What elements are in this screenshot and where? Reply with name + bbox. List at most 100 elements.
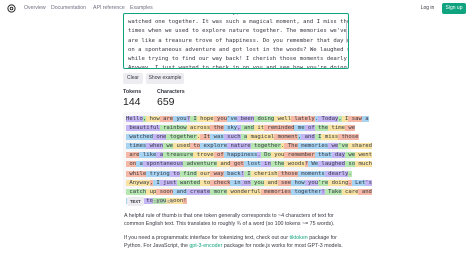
text-input-content: beautiful rainbow across the sky, and it… xyxy=(128,14,349,68)
token-chip: create xyxy=(186,188,211,195)
textarea-line: while trying to find our way back! I che… xyxy=(128,56,349,63)
token-chip: saw xyxy=(348,116,362,122)
token-chip: day xyxy=(331,152,346,159)
token-chip: way xyxy=(210,170,224,177)
gpt3-encoder-link[interactable]: gpt-3-encoder xyxy=(189,243,222,249)
token-chip: those xyxy=(338,134,359,141)
token-chip: of xyxy=(304,125,315,132)
token-chip: a xyxy=(136,161,143,168)
token-chip: we xyxy=(345,125,356,132)
token-line: times when we used to explore nature tog… xyxy=(126,142,372,151)
token-chip: shared xyxy=(348,143,372,150)
token-chip: was xyxy=(210,134,224,141)
token-chip: you xyxy=(250,179,265,186)
nav-link-overview[interactable]: Overview xyxy=(24,5,46,11)
token-line: on a spontaneous adventure and got lost … xyxy=(126,160,372,169)
token-chip: wonderful xyxy=(227,188,261,195)
token-chip: times xyxy=(126,143,147,150)
token-chip: lost xyxy=(243,161,261,168)
token-chip: reminded xyxy=(264,125,295,132)
token-chip: me xyxy=(294,125,305,132)
token-chip: Anyway xyxy=(126,179,150,186)
token-line: are like a treasure trove of happiness. … xyxy=(126,151,372,160)
textarea-line: watched one together. It was such a magi… xyxy=(128,19,349,26)
token-ids-view-toggle[interactable]: TOKEN IDS xyxy=(148,197,177,206)
token-chip: watched xyxy=(126,134,153,141)
token-chip: trove xyxy=(193,152,214,159)
token-chip: much xyxy=(355,161,372,168)
characters-label: Characters xyxy=(157,89,185,95)
token-chip: magical xyxy=(247,134,275,141)
token-chip: we xyxy=(345,152,356,159)
token-chip: went xyxy=(355,152,372,159)
token-chip: moment xyxy=(274,134,298,141)
token-chip: 've xyxy=(338,143,349,150)
token-chip: I xyxy=(243,170,251,177)
text-view-toggle[interactable]: TEXT xyxy=(127,197,144,206)
token-chip: on xyxy=(240,179,251,186)
token-chip: in xyxy=(260,161,271,168)
tokens-label: Tokens xyxy=(123,89,142,95)
tiktoken-link[interactable]: tiktoken xyxy=(289,235,307,241)
token-chip: our xyxy=(196,170,211,177)
nav-link-documentation[interactable]: Documentation xyxy=(51,5,86,11)
token-chip: 've xyxy=(227,116,238,122)
token-chip: doing xyxy=(328,179,349,186)
token-chip: and xyxy=(301,134,315,141)
token-chip: together xyxy=(250,143,281,150)
token-chip: beautiful xyxy=(126,125,160,132)
token-chip: miss xyxy=(321,134,339,141)
paragraph-text: package for node.js works for most GPT-3… xyxy=(222,243,343,250)
token-chip: see xyxy=(277,179,292,186)
textarea-scrollbar[interactable] xyxy=(345,21,347,43)
token-line: beautiful rainbow across the sky, and it… xyxy=(126,124,356,133)
token-chip: laughed xyxy=(318,161,346,168)
token-line: Hello, how are you? I hope you've been d… xyxy=(126,115,369,124)
token-line: while trying to find our way back! I che… xyxy=(126,170,352,179)
token-chip: how xyxy=(146,116,160,122)
tokenized-output: Hello, how are you? I hope you've been d… xyxy=(123,112,373,204)
token-chip: been xyxy=(237,116,255,122)
token-chip: and xyxy=(216,161,231,168)
textarea-line: are like a treasure trove of happiness. … xyxy=(128,37,349,44)
login-button[interactable]: Log in xyxy=(416,3,439,14)
token-chip: lately xyxy=(291,116,315,122)
token-line: catch up soon and create more wonderful … xyxy=(126,188,372,197)
token-chip: up xyxy=(146,188,157,195)
token-chip: you xyxy=(304,179,319,186)
token-chip: treasure xyxy=(163,152,194,159)
token-chip: like xyxy=(139,152,157,159)
token-chip: check xyxy=(210,179,231,186)
token-chip: across xyxy=(186,125,211,132)
token-chip: back xyxy=(223,170,241,177)
token-chip: on xyxy=(126,161,137,168)
signup-button[interactable]: Sign up xyxy=(442,3,466,14)
text-input-area[interactable]: beautiful rainbow across the sky, and it… xyxy=(123,13,349,69)
token-chip: and xyxy=(358,188,372,195)
token-chip: We xyxy=(307,161,319,168)
openai-logo-icon[interactable] xyxy=(7,4,16,13)
clear-button[interactable]: Clear xyxy=(123,73,143,84)
token-chip: explore xyxy=(200,143,228,150)
token-chip: got xyxy=(230,161,244,168)
token-chip: when xyxy=(146,143,164,150)
nav-link-api-reference[interactable]: API reference xyxy=(93,5,125,11)
token-chip: the xyxy=(210,125,224,132)
paragraph-text: If you need a programmatic interface for… xyxy=(124,235,290,241)
nav-link-examples[interactable]: Examples xyxy=(130,5,153,11)
token-chip: and xyxy=(264,179,278,186)
token-chip: Let xyxy=(351,179,366,186)
textarea-line: on a spontaneous adventure and got lost … xyxy=(128,46,349,53)
token-chip: It xyxy=(200,134,211,141)
token-chip: rainbow xyxy=(159,125,187,132)
token-chip: Hello xyxy=(126,116,143,122)
token-chip: cherish xyxy=(250,170,278,177)
token-chip: adventure xyxy=(183,161,217,168)
token-chip: in xyxy=(230,179,241,186)
token-chip: to xyxy=(169,170,180,177)
token-line: Anyway, I just wanted to check in on you… xyxy=(126,179,373,188)
token-chip: care xyxy=(341,188,359,195)
show-example-button[interactable]: Show example xyxy=(146,73,184,84)
token-chip: wanted xyxy=(176,179,201,186)
token-chip: memories xyxy=(260,188,292,195)
